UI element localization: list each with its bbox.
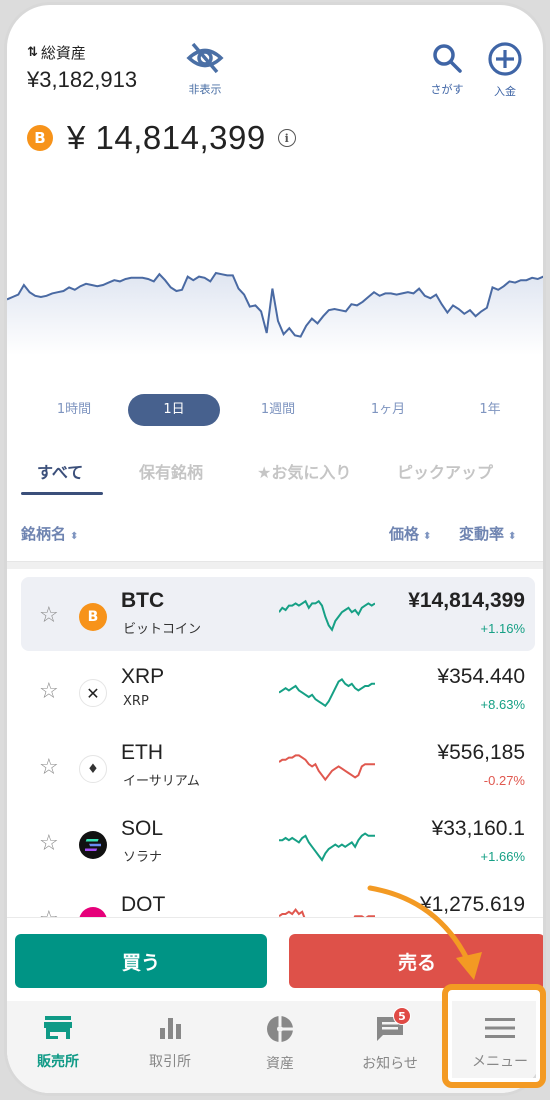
sort-arrows-icon: ⬍: [70, 531, 79, 542]
sparkline: [279, 907, 375, 919]
coin-row-xrp[interactable]: ☆ ✕ XRP XRP ¥354.440 +8.63%: [21, 653, 535, 727]
period-1h[interactable]: 1時間: [29, 394, 119, 426]
coin-row-sol[interactable]: ☆ SOL ソラナ ¥33,160.1 +1.66%: [21, 805, 535, 879]
menu-highlight-box: [442, 984, 546, 1088]
favorite-star-icon[interactable]: ☆: [39, 831, 59, 856]
sparkline: [279, 599, 375, 632]
nav-exchange[interactable]: 取引所: [125, 1015, 215, 1071]
coin-row-dot[interactable]: ☆ ● DOT ¥1,275.619: [21, 881, 535, 919]
tab-underline: [21, 492, 103, 495]
coin-symbol: SOL: [121, 817, 164, 840]
divider: [7, 561, 543, 569]
btc-icon: B: [79, 603, 107, 631]
nav-store[interactable]: 販売所: [13, 1015, 103, 1071]
eth-icon: ♦: [79, 755, 107, 783]
bar-chart-icon: [160, 1018, 181, 1039]
hide-label: 非表示: [188, 83, 222, 96]
coin-symbol: DOT: [121, 893, 166, 916]
sort-arrows-icon: ⬍: [508, 531, 517, 542]
plus-circle-icon: [488, 42, 522, 76]
coin-row-eth[interactable]: ☆ ♦ ETH イーサリアム ¥556,185 -0.27%: [21, 729, 535, 803]
sort-change-label: 変動率: [459, 525, 505, 543]
hide-button[interactable]: 非表示: [179, 41, 231, 97]
coin-row-btc[interactable]: ☆ B BTC ビットコイン ¥14,814,399 +1.16%: [21, 577, 535, 651]
total-assets-value: ¥3,182,913: [27, 67, 138, 92]
coin-price: ¥556,185: [437, 741, 525, 764]
sparkline: [279, 754, 375, 782]
total-assets-label[interactable]: ⇅ 総資産: [27, 42, 86, 63]
selected-coin-price: ¥ 14,814,399: [67, 119, 266, 156]
search-button[interactable]: さがす: [425, 41, 469, 97]
search-label: さがす: [430, 83, 464, 96]
sort-by-name[interactable]: 銘柄名 ⬍: [21, 523, 78, 544]
sort-by-change[interactable]: 変動率 ⬍: [459, 523, 516, 544]
sort-arrows-icon: ⬍: [423, 531, 432, 542]
sort-name-label: 銘柄名: [21, 525, 67, 543]
coin-price: ¥1,275.619: [419, 893, 525, 916]
period-1d[interactable]: 1日: [128, 394, 220, 426]
coin-change: +1.66%: [480, 849, 525, 864]
coin-symbol: ETH: [121, 741, 163, 764]
coin-change: +8.63%: [480, 697, 525, 712]
coin-list: ☆ B BTC ビットコイン ¥14,814,399 +1.16% ☆ ✕ XR…: [7, 569, 543, 919]
tab-holdings[interactable]: 保有銘柄: [139, 459, 203, 483]
pie-chart-icon: [267, 1015, 294, 1043]
selected-coin-price-row: B ¥ 14,814,399 i: [27, 119, 296, 157]
sort-price-label: 価格: [389, 525, 420, 543]
coin-name: ビットコイン: [123, 622, 202, 637]
sol-icon: [79, 831, 107, 859]
deposit-label: 入金: [494, 85, 516, 98]
sell-button[interactable]: 売る: [289, 934, 543, 988]
coin-tabs: すべて 保有銘柄 ★お気に入り ピックアップ: [7, 451, 543, 495]
tab-favorites[interactable]: ★お気に入り: [257, 459, 351, 483]
tab-all[interactable]: すべて: [37, 459, 83, 483]
coin-change: -0.27%: [483, 773, 525, 788]
nav-label: 販売所: [37, 1054, 79, 1070]
period-1y[interactable]: 1年: [445, 394, 535, 426]
nav-assets[interactable]: 資産: [235, 1015, 325, 1073]
tab-pickup[interactable]: ピックアップ: [397, 459, 493, 483]
xrp-icon: ✕: [79, 679, 107, 707]
coin-price: ¥33,160.1: [431, 817, 525, 840]
bitcoin-icon: B: [27, 125, 53, 151]
coin-name: ソラナ: [123, 850, 163, 865]
period-1m[interactable]: 1ヶ月: [343, 394, 433, 426]
deposit-button[interactable]: 入金: [483, 41, 527, 99]
coin-symbol: XRP: [121, 665, 165, 688]
period-selector: 1時間 1日 1週間 1ヶ月 1年: [7, 394, 543, 426]
coin-name: XRP: [123, 694, 149, 709]
total-assets-text: 総資産: [40, 44, 86, 62]
header: ⇅ 総資産 ¥3,182,913 非表示 さがす 入金: [7, 5, 543, 115]
notification-badge: 5: [393, 1007, 411, 1025]
period-1w[interactable]: 1週間: [233, 394, 323, 426]
sparkline: [279, 832, 375, 862]
favorite-star-icon[interactable]: ☆: [39, 755, 59, 780]
favorite-star-icon[interactable]: ☆: [39, 603, 59, 628]
buy-button[interactable]: 買う: [15, 934, 267, 988]
nav-label: 資産: [266, 1056, 294, 1072]
coin-price: ¥14,814,399: [408, 589, 525, 612]
sort-by-price[interactable]: 価格 ⬍: [389, 523, 431, 544]
swap-icon: ⇅: [27, 45, 38, 60]
store-icon: [44, 1016, 72, 1039]
search-icon: [433, 44, 462, 73]
nav-label: お知らせ: [362, 1056, 418, 1072]
coin-change: +1.16%: [480, 621, 525, 636]
nav-notifications[interactable]: 5 お知らせ: [345, 1007, 435, 1073]
price-chart[interactable]: [7, 205, 546, 355]
favorite-star-icon[interactable]: ☆: [39, 679, 59, 704]
coin-symbol: BTC: [121, 589, 165, 612]
info-icon[interactable]: i: [277, 129, 296, 147]
sparkline: [279, 678, 375, 708]
eye-off-icon: [186, 42, 224, 74]
phone-screen: ⇅ 総資産 ¥3,182,913 非表示 さがす 入金 B ¥ 14,814,3…: [4, 2, 546, 1096]
sort-header: 銘柄名 ⬍ 価格 ⬍ 変動率 ⬍: [7, 515, 543, 545]
coin-price: ¥354.440: [437, 665, 525, 688]
nav-label: 取引所: [149, 1054, 191, 1070]
coin-name: イーサリアム: [123, 774, 200, 789]
